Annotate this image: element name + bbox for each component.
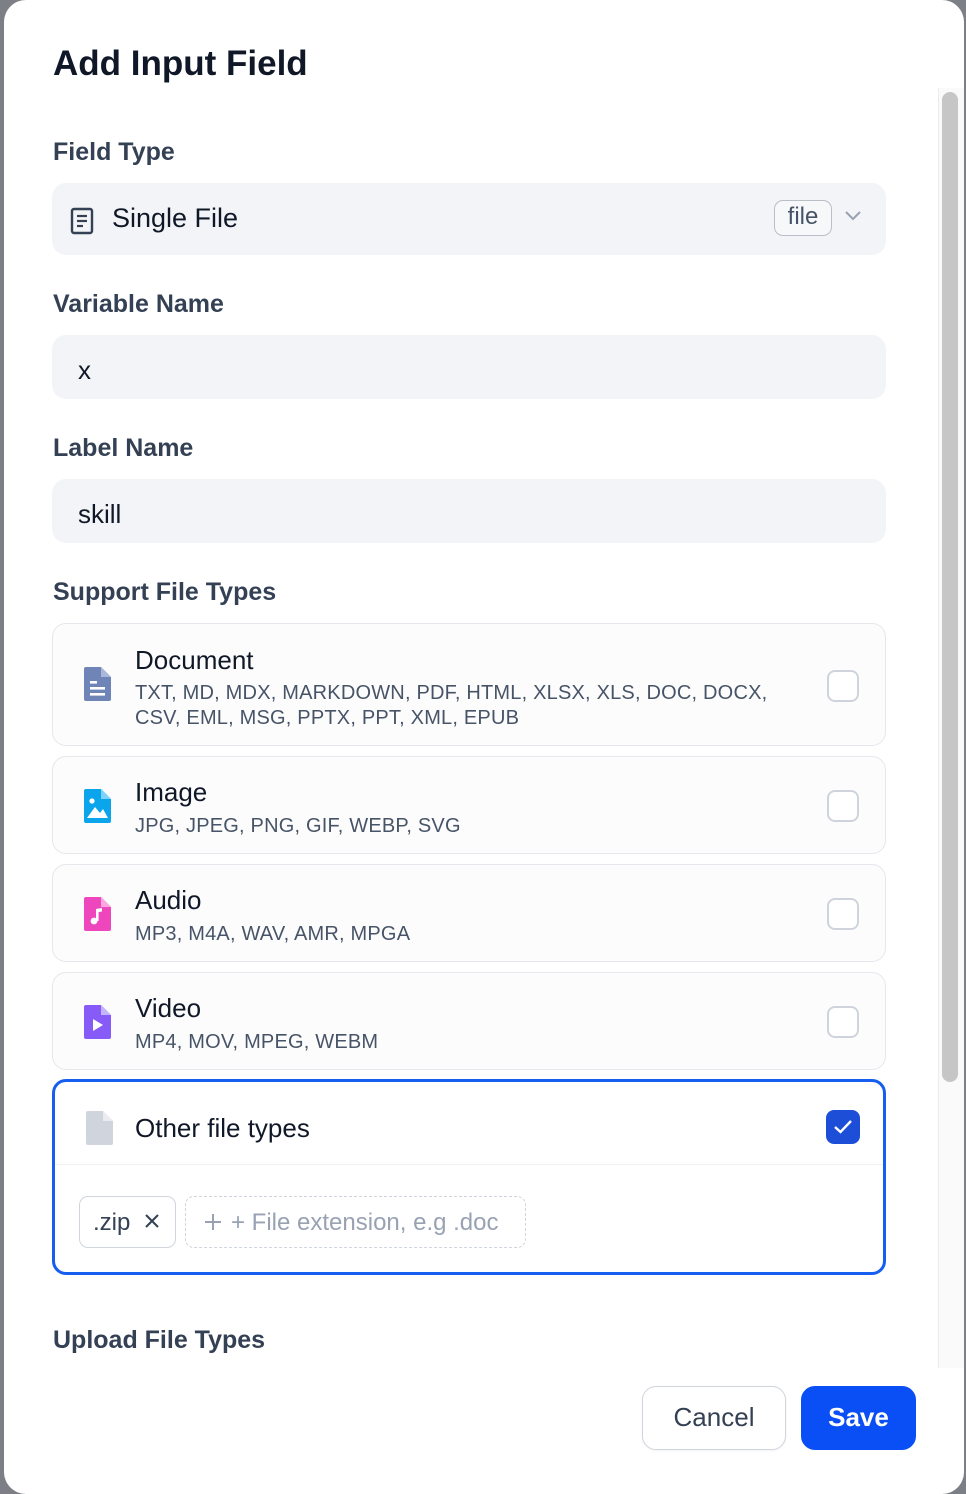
document-checkbox[interactable] <box>827 670 859 702</box>
cancel-button[interactable]: Cancel <box>642 1386 786 1450</box>
other-file-icon <box>83 1110 115 1151</box>
divider <box>55 1164 883 1165</box>
video-file-icon <box>81 1004 113 1045</box>
upload-file-types-label: Upload File Types <box>53 1326 266 1354</box>
save-button[interactable]: Save <box>801 1386 916 1450</box>
file-type-audio[interactable]: Audio MP3, M4A, WAV, AMR, MPGA <box>52 864 886 962</box>
field-type-label: Field Type <box>53 138 175 166</box>
extension-tag-label: .zip <box>93 1209 131 1236</box>
close-icon[interactable] <box>144 1213 160 1234</box>
file-type-name: Image <box>135 777 208 807</box>
variable-name-label: Variable Name <box>53 290 224 318</box>
add-extension-placeholder: + File extension, e.g .doc <box>231 1209 499 1236</box>
audio-file-icon <box>81 896 113 937</box>
file-type-extensions: JPG, JPEG, PNG, GIF, WEBP, SVG <box>135 815 461 837</box>
video-checkbox[interactable] <box>827 1006 859 1038</box>
image-file-icon <box>81 788 113 829</box>
file-type-name: Audio <box>135 885 202 915</box>
file-type-extensions: MP4, MOV, MPEG, WEBM <box>135 1031 379 1053</box>
document-file-icon <box>81 666 113 707</box>
audio-checkbox[interactable] <box>827 898 859 930</box>
label-name-label: Label Name <box>53 434 194 462</box>
file-type-image[interactable]: Image JPG, JPEG, PNG, GIF, WEBP, SVG <box>52 756 886 854</box>
field-type-select[interactable]: Single File file <box>52 183 886 255</box>
dialog-title: Add Input Field <box>53 44 308 83</box>
label-name-input[interactable]: skill <box>52 479 886 543</box>
add-extension-input[interactable]: + File extension, e.g .doc <box>185 1196 526 1248</box>
extension-tag: .zip <box>79 1196 176 1248</box>
chevron-down-icon <box>844 209 862 227</box>
field-type-value: Single File <box>112 203 239 233</box>
file-type-extensions: MP3, M4A, WAV, AMR, MPGA <box>135 923 411 945</box>
file-type-document[interactable]: Document TXT, MD, MDX, MARKDOWN, PDF, HT… <box>52 623 886 746</box>
document-icon <box>70 207 94 240</box>
file-type-name: Video <box>135 993 202 1023</box>
scrollbar-thumb[interactable] <box>942 92 958 1082</box>
add-input-field-dialog: Add Input Field Field Type Single File f… <box>4 0 964 1494</box>
check-icon <box>834 1120 852 1134</box>
variable-name-input[interactable]: x <box>52 335 886 399</box>
image-checkbox[interactable] <box>827 790 859 822</box>
other-file-types-name: Other file types <box>135 1113 310 1143</box>
file-type-name: Document <box>135 645 254 675</box>
field-type-badge: file <box>774 200 832 236</box>
file-type-video[interactable]: Video MP4, MOV, MPEG, WEBM <box>52 972 886 1070</box>
file-type-extensions: TXT, MD, MDX, MARKDOWN, PDF, HTML, XLSX,… <box>135 682 768 729</box>
file-type-other[interactable]: Other file types .zip + File extension, … <box>52 1079 886 1275</box>
plus-icon <box>203 1212 223 1237</box>
support-file-types-label: Support File Types <box>53 578 277 606</box>
other-file-types-checkbox[interactable] <box>826 1110 860 1144</box>
